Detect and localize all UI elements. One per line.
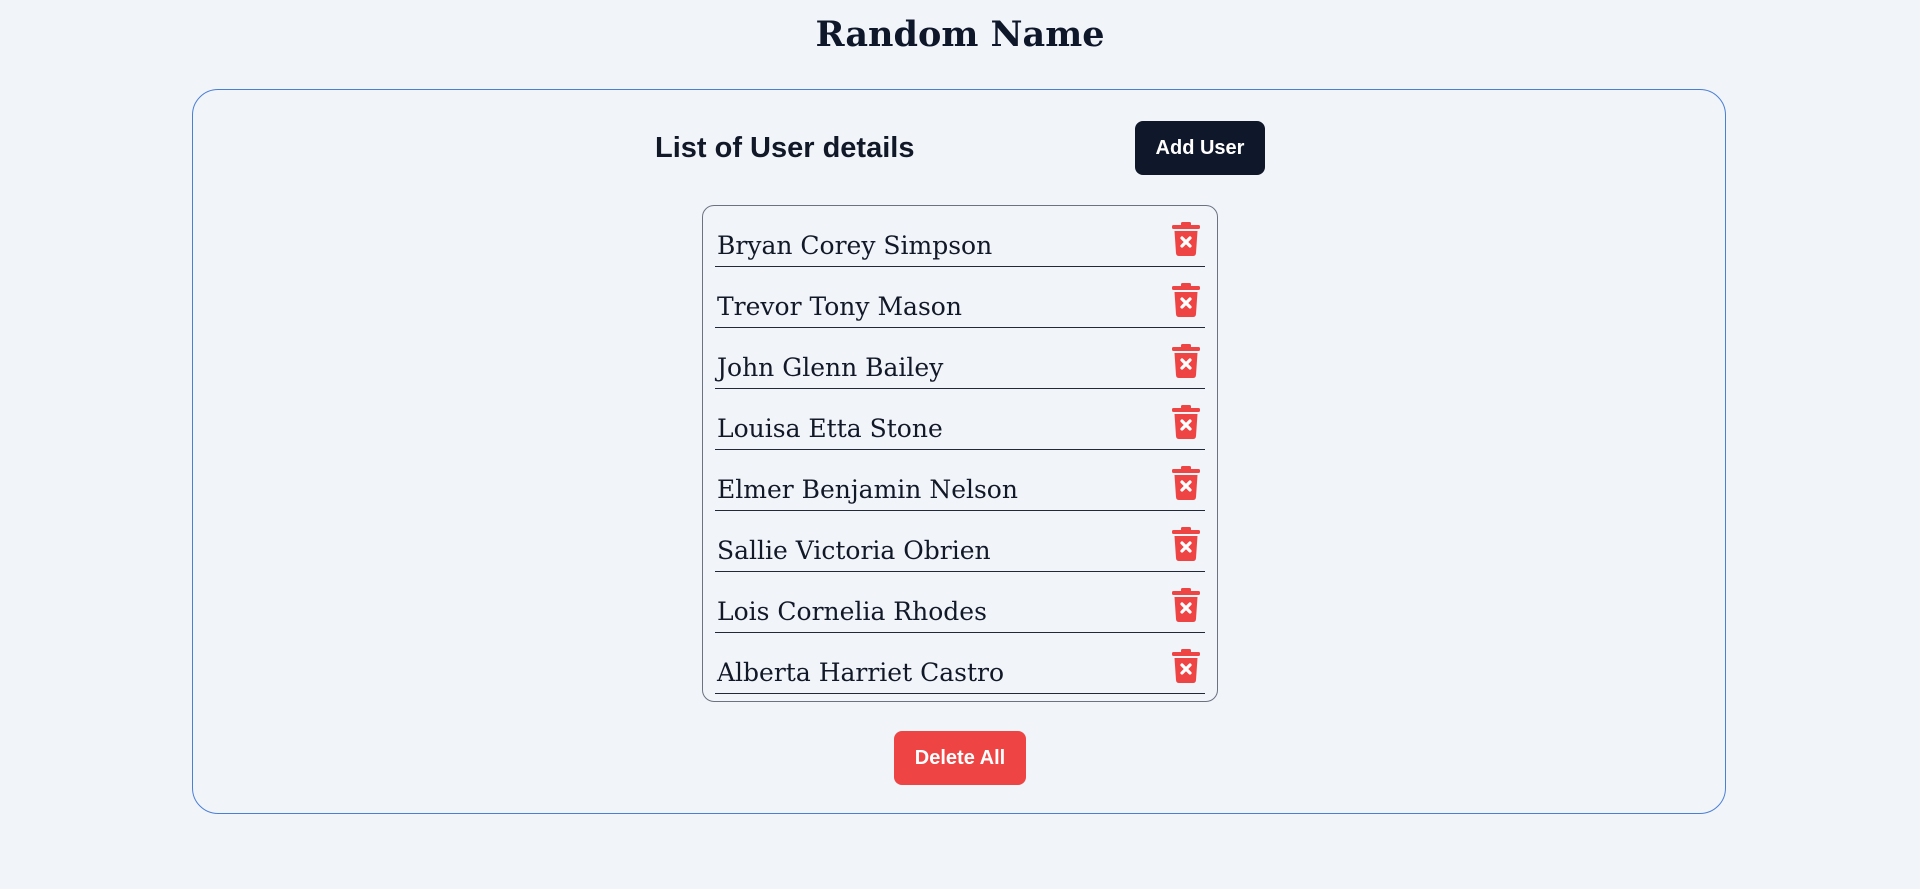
user-name: Elmer Benjamin Nelson bbox=[717, 475, 1018, 504]
trash-x-icon bbox=[1172, 588, 1200, 622]
delete-user-button[interactable] bbox=[1171, 222, 1201, 256]
trash-x-icon bbox=[1172, 466, 1200, 500]
list-item: Lois Cornelia Rhodes bbox=[715, 572, 1205, 633]
trash-x-icon bbox=[1172, 283, 1200, 317]
user-name: Sallie Victoria Obrien bbox=[717, 536, 991, 565]
trash-x-icon bbox=[1172, 405, 1200, 439]
delete-user-button[interactable] bbox=[1171, 405, 1201, 439]
list-item: Bryan Corey Simpson bbox=[715, 206, 1205, 267]
user-name: Trevor Tony Mason bbox=[717, 292, 962, 321]
delete-user-button[interactable] bbox=[1171, 344, 1201, 378]
list-item: Sallie Victoria Obrien bbox=[715, 511, 1205, 572]
delete-user-button[interactable] bbox=[1171, 527, 1201, 561]
delete-user-button[interactable] bbox=[1171, 466, 1201, 500]
list-item: John Glenn Bailey bbox=[715, 328, 1205, 389]
trash-x-icon bbox=[1172, 649, 1200, 683]
list-item: Trevor Tony Mason bbox=[715, 267, 1205, 328]
delete-user-button[interactable] bbox=[1171, 283, 1201, 317]
list-heading: List of User details bbox=[655, 132, 915, 164]
trash-x-icon bbox=[1172, 222, 1200, 256]
trash-x-icon bbox=[1172, 527, 1200, 561]
delete-user-button[interactable] bbox=[1171, 649, 1201, 683]
user-name: Lois Cornelia Rhodes bbox=[717, 597, 987, 626]
user-name: Bryan Corey Simpson bbox=[717, 231, 993, 260]
user-name: Louisa Etta Stone bbox=[717, 414, 943, 443]
list-item: Alberta Harriet Castro bbox=[715, 633, 1205, 694]
list-item: Elmer Benjamin Nelson bbox=[715, 450, 1205, 511]
page-title: Random Name bbox=[815, 14, 1105, 55]
add-user-button[interactable]: Add User bbox=[1135, 121, 1265, 175]
user-name: John Glenn Bailey bbox=[717, 353, 944, 382]
list-item: Louisa Etta Stone bbox=[715, 389, 1205, 450]
trash-x-icon bbox=[1172, 344, 1200, 378]
user-list: Bryan Corey Simpson Trevor Tony Mason Jo… bbox=[702, 205, 1218, 702]
delete-all-button[interactable]: Delete All bbox=[894, 731, 1026, 785]
user-name: Alberta Harriet Castro bbox=[717, 658, 1004, 687]
delete-user-button[interactable] bbox=[1171, 588, 1201, 622]
